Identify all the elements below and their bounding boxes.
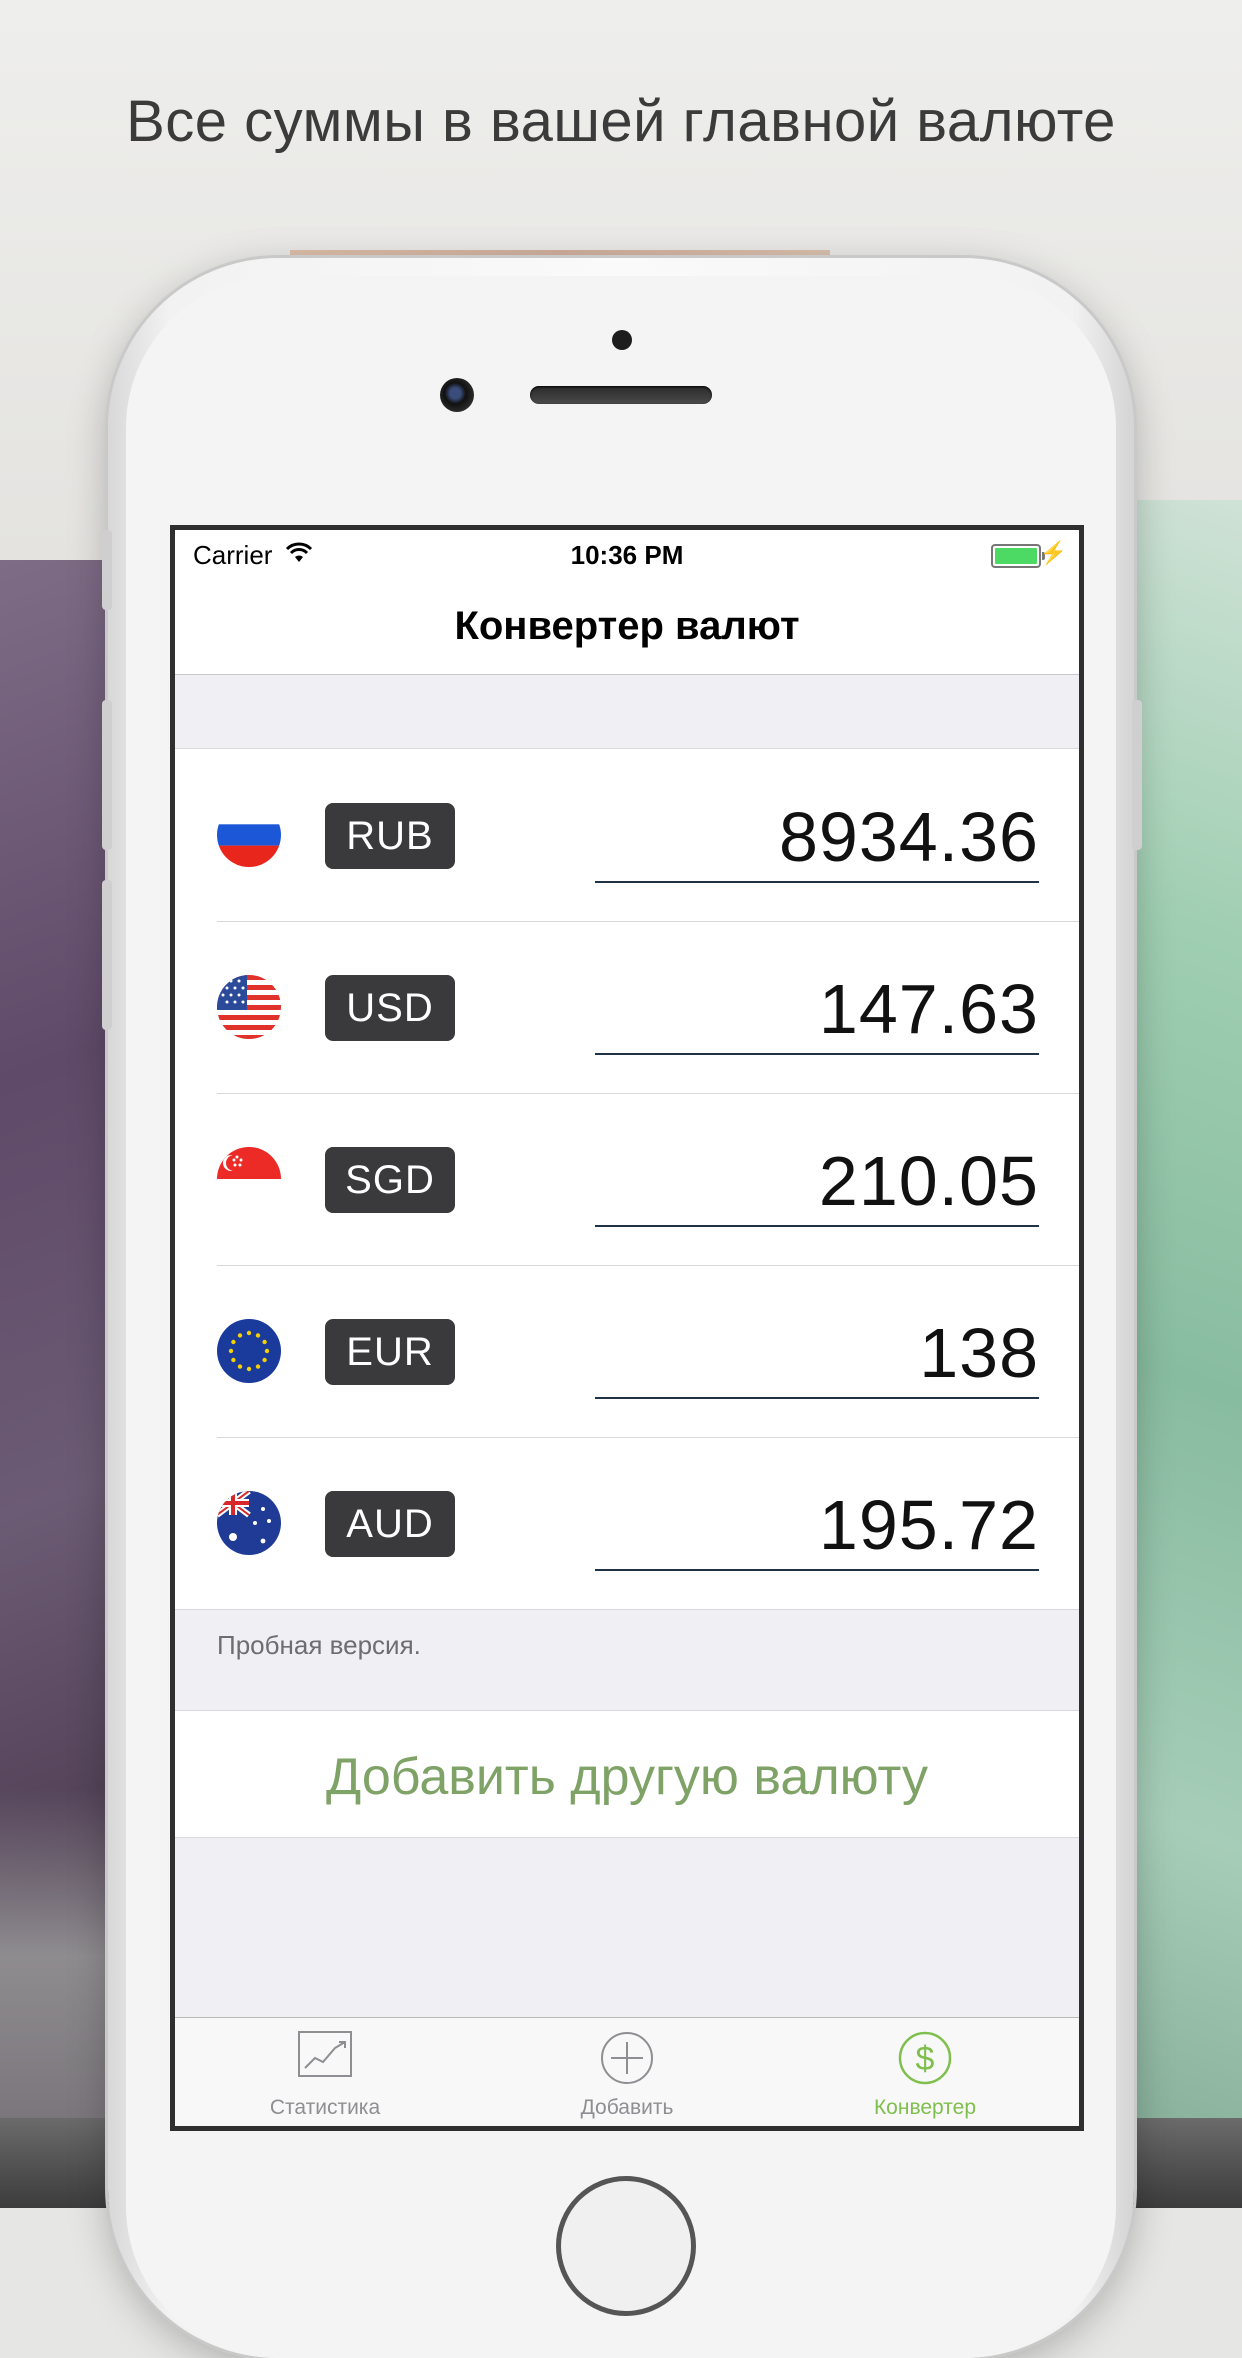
currency-list: RUB 8934.36 USD 147.63 SGD 210.05 EUR 13… — [175, 748, 1079, 1610]
tab-add[interactable]: Добавить — [477, 2018, 777, 2126]
mute-switch — [102, 530, 112, 610]
currency-row-eur[interactable]: EUR 138 — [175, 1265, 1079, 1437]
page-title: Конвертер валют — [454, 604, 800, 648]
tab-label: Добавить — [580, 2096, 674, 2119]
volume-up-button — [102, 700, 112, 850]
tab-converter[interactable]: $ Конвертер — [775, 2018, 1075, 2126]
amount-input[interactable]: 147.63 — [595, 965, 1039, 1055]
front-camera — [440, 378, 474, 412]
navigation-bar: Конвертер валют — [175, 580, 1079, 675]
proximity-sensor — [612, 330, 632, 350]
add-currency-label: Добавить другую валюту — [326, 1748, 928, 1806]
amount-input[interactable]: 210.05 — [595, 1137, 1039, 1227]
amount-input[interactable]: 138 — [595, 1309, 1039, 1399]
currency-code-badge: EUR — [325, 1319, 455, 1385]
currency-row-rub[interactable]: RUB 8934.36 — [175, 749, 1079, 921]
tab-label: Конвертер — [873, 2096, 977, 2119]
amount-input[interactable]: 195.72 — [595, 1481, 1039, 1571]
eu-flag-icon — [217, 1319, 281, 1383]
dollar-circle-icon: $ — [898, 2031, 952, 2085]
home-button[interactable] — [556, 2176, 696, 2316]
tab-bar: Статистика Добавить $ Конвертер — [175, 2017, 1079, 2126]
svg-text:$: $ — [916, 2040, 935, 2078]
currency-code-badge: AUD — [325, 1491, 455, 1557]
clock: 10:36 PM — [570, 540, 684, 570]
headline: Все суммы в вашей главной валюте — [126, 89, 1116, 154]
currency-row-usd[interactable]: USD 147.63 — [175, 921, 1079, 1093]
app-screen: Carrier 10:36 PM ⚡ Конвертер валют RUB 8… — [170, 525, 1084, 2131]
australia-flag-icon — [217, 1491, 281, 1555]
charging-icon: ⚡ — [1039, 540, 1067, 565]
volume-down-button — [102, 880, 112, 1030]
currency-code-badge: SGD — [325, 1147, 455, 1213]
currency-row-sgd[interactable]: SGD 210.05 — [175, 1093, 1079, 1265]
tab-statistics[interactable]: Статистика — [175, 2018, 475, 2126]
amount-input[interactable]: 8934.36 — [595, 793, 1039, 883]
tab-label: Статистика — [269, 2096, 381, 2119]
trial-version-note: Пробная версия. — [217, 1630, 421, 1660]
chart-icon — [298, 2031, 352, 2077]
earpiece-speaker — [530, 386, 712, 404]
currency-row-aud[interactable]: AUD 195.72 — [175, 1437, 1079, 1609]
usa-flag-icon — [217, 975, 281, 1039]
currency-code-badge: USD — [325, 975, 455, 1041]
battery-icon — [991, 544, 1045, 568]
power-button — [1132, 700, 1142, 850]
status-bar: Carrier 10:36 PM ⚡ — [175, 530, 1079, 580]
currency-code-badge: RUB — [325, 803, 455, 869]
add-currency-button[interactable]: Добавить другую валюту — [175, 1710, 1079, 1838]
singapore-flag-icon — [217, 1147, 281, 1211]
russia-flag-icon — [217, 803, 281, 867]
plus-circle-icon — [601, 2032, 653, 2084]
